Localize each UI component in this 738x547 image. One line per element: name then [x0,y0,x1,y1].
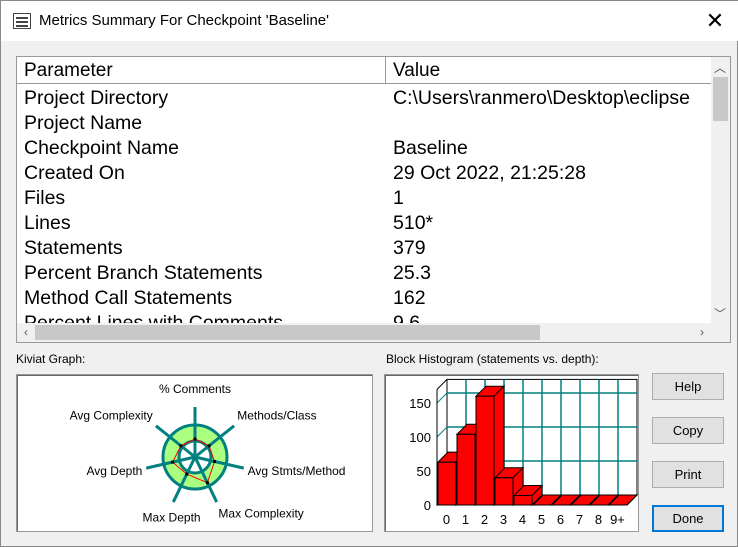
print-button[interactable]: Print [652,461,724,488]
kiviat-axis-label: % Comments [159,382,231,396]
parameter-cell: Method Call Statements [24,287,233,309]
table-body: Project Directory C:\Users\ranmero\Deskto… [17,85,711,335]
bar [494,477,514,506]
kiviat-point [193,437,197,441]
done-button[interactable]: Done [652,505,724,532]
histogram-panel: 0 1 2 3 4 5 6 7 8 9+ 0 50 100 150 [384,374,639,532]
gridline-side [436,392,448,404]
scroll-right-icon[interactable]: › [693,325,711,339]
x-tick-label: 5 [538,512,545,527]
x-tick-label: 1 [462,512,469,527]
table-row[interactable]: Project Directory C:\Users\ranmero\Deskto… [17,85,711,110]
kiviat-point [171,460,175,464]
y-tick-label: 50 [417,464,431,479]
scroll-up-icon[interactable]: ︿ [711,59,729,76]
kiviat-graph: % Comments Methods/Class Avg Stmts/Method M… [70,382,346,525]
kiviat-axis-label: Avg Complexity [70,408,153,422]
help-button[interactable]: Help [652,373,724,400]
y-tick-label: 150 [409,396,431,411]
value-cell: 1 [393,187,404,209]
kiviat-point [213,460,216,463]
kiviat-point [185,472,189,476]
value-cell: Baseline [393,137,468,159]
parameter-cell: Files [24,187,66,209]
kiviat-axis-label: Avg Depth [87,464,143,478]
table-row[interactable]: Created On 29 Oct 2022, 21:25:28 [17,160,711,185]
parameter-cell: Project Name [24,112,143,134]
kiviat-label: Kiviat Graph: [16,352,86,366]
parameter-cell: Lines [24,212,71,234]
bar [437,461,457,506]
metrics-table: Parameter Value Project Directory C:\User… [16,56,731,343]
column-header-parameter[interactable]: Parameter [17,57,386,84]
value-cell: 25.3 [393,262,431,284]
parameter-cell: Statements [24,237,123,259]
vertical-scroll-thumb[interactable] [713,77,728,121]
window-title: Metrics Summary For Checkpoint 'Baseline… [39,12,329,29]
kiviat-axis-label: Max Complexity [218,507,303,521]
table-row[interactable]: Statements 379 [17,235,711,260]
value-cell: 379 [393,237,426,259]
app-icon [13,13,31,29]
kiviat-axis-label: Methods/Class [237,408,316,422]
x-tick-label: 9+ [610,512,625,527]
bar [513,494,533,506]
table-row[interactable]: Percent Branch Statements 25.3 [17,260,711,285]
horizontal-scroll-thumb[interactable] [35,325,540,340]
block-histogram: 0 1 2 3 4 5 6 7 8 9+050100150 [409,378,639,527]
close-icon[interactable]: ✕ [701,7,729,35]
parameter-cell: Project Directory [24,87,169,109]
kiviat-panel: % Comments Methods/Class Avg Stmts/Method M… [16,374,373,532]
value-cell: 29 Oct 2022, 21:25:28 [393,162,586,184]
bar [475,395,495,506]
x-tick-label: 7 [576,512,583,527]
table-header: Parameter Value [17,57,711,84]
histogram-label: Block Histogram (statements vs. depth): [386,352,599,366]
horizontal-scrollbar[interactable]: ‹ › [17,323,711,342]
bar [456,433,476,506]
value-cell: C:\Users\ranmero\Desktop\eclipse [393,87,690,109]
x-tick-label: 4 [519,512,526,527]
copy-button[interactable]: Copy [652,417,724,444]
kiviat-point [179,444,183,448]
kiviat-point [205,481,209,485]
table-row[interactable]: Method Call Statements 162 [17,285,711,310]
parameter-cell: Created On [24,162,125,184]
table-row[interactable]: Files 1 [17,185,711,210]
vertical-scrollbar[interactable]: ︿ ﹀ [711,57,730,324]
title-bar: Metrics Summary For Checkpoint 'Baseline… [1,1,738,41]
axis-edge [436,379,448,390]
parameter-cell: Percent Branch Statements [24,262,263,284]
x-tick-label: 6 [557,512,564,527]
gridline-side [436,426,448,438]
x-tick-label: 0 [443,512,450,527]
table-row[interactable]: Checkpoint Name Baseline [17,135,711,160]
column-header-value[interactable]: Value [386,57,716,84]
x-tick-label: 8 [595,512,602,527]
x-tick-label: 3 [500,512,507,527]
kiviat-axis-label: Max Depth [143,511,201,525]
y-tick-label: 0 [424,498,431,513]
y-tick-label: 100 [409,430,431,445]
parameter-cell: Checkpoint Name [24,137,179,159]
value-cell: 162 [393,287,426,309]
x-tick-label: 2 [481,512,488,527]
scroll-left-icon[interactable]: ‹ [17,325,35,339]
value-cell: 510* [393,212,434,234]
scroll-corner [711,323,730,342]
table-row[interactable]: Project Name [17,110,711,135]
kiviat-point [207,444,211,448]
table-row[interactable]: Lines 510* [17,210,711,235]
kiviat-axis-label: Avg Stmts/Method [248,464,346,478]
scroll-down-icon[interactable]: ﹀ [711,305,729,322]
